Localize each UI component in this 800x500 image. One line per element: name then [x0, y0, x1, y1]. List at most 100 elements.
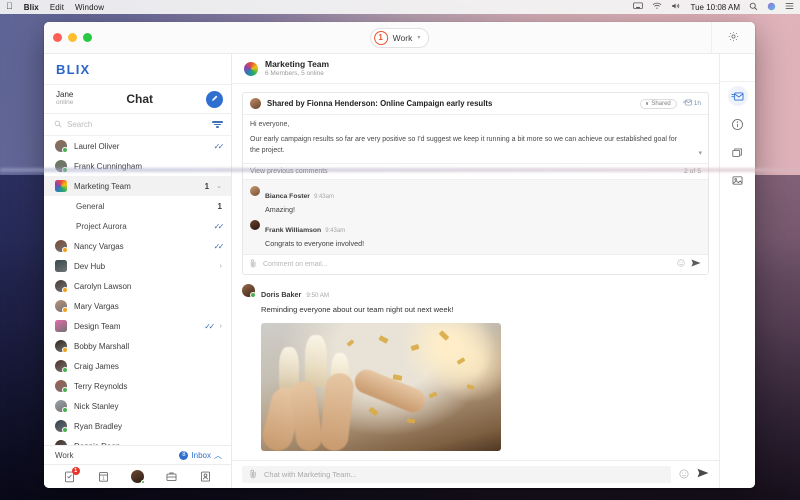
volume-icon[interactable] — [671, 2, 681, 12]
current-user[interactable]: Jane online — [56, 91, 73, 106]
shared-email-card[interactable]: Shared by Fionna Henderson: Online Campa… — [242, 92, 709, 275]
sidebar-item-nick-stanley[interactable]: Nick Stanley — [44, 396, 231, 416]
footer-workspace-label: Work — [55, 451, 74, 460]
apple-icon[interactable]:  — [6, 2, 13, 11]
settings-button[interactable] — [711, 22, 755, 53]
attach-icon[interactable] — [250, 469, 257, 481]
right-rail — [719, 54, 755, 488]
window-body: BLIX Jane online Chat — [44, 54, 755, 488]
filter-icon[interactable] — [212, 121, 223, 128]
tab-calendar[interactable]: 1 — [97, 470, 110, 483]
sidebar-item-mary-vargas[interactable]: Mary Vargas — [44, 296, 231, 316]
sidebar-item-dev-hub[interactable]: Dev Hub › — [44, 256, 231, 276]
sidebar-item-craig-james[interactable]: Craig James — [44, 356, 231, 376]
sidebar-item-label: Dev Hub — [74, 262, 213, 271]
sidebar-item-label: Mary Vargas — [74, 302, 222, 311]
unread-count: 1 — [205, 182, 209, 191]
send-icon[interactable] — [697, 468, 709, 481]
comment-avatar — [250, 220, 260, 230]
tasks-badge: 1 — [72, 467, 80, 475]
compose-button[interactable] — [206, 91, 223, 108]
sidebar-item-bobby-marshall[interactable]: Bobby Marshall — [44, 336, 231, 356]
menu-item-blix[interactable]: Blix — [24, 3, 39, 12]
menu-item-edit[interactable]: Edit — [50, 3, 64, 12]
menu-item-window[interactable]: Window — [75, 3, 104, 12]
sidebar-item-label: Nancy Vargas — [74, 242, 207, 251]
sidebar-item-marketing-team[interactable]: Marketing Team1⌄ — [44, 176, 231, 196]
search-row[interactable] — [44, 114, 231, 136]
image-icon — [731, 174, 744, 187]
sidebar-item-label: Bobby Marshall — [74, 342, 222, 351]
comment-avatar — [250, 186, 260, 196]
chevron-down-icon[interactable]: ▾ — [698, 149, 702, 157]
comment-composer[interactable] — [243, 254, 708, 274]
airplay-icon[interactable] — [633, 2, 643, 12]
email-body: Hi everyone, Our early campaign results … — [243, 115, 708, 163]
search-icon[interactable] — [749, 2, 758, 13]
tab-tasks[interactable]: 1 — [63, 470, 76, 483]
avatar — [55, 380, 67, 392]
sidebar-item-label: Design Team — [74, 322, 197, 331]
comment-author: Frank Williamson — [265, 227, 321, 234]
avatar — [55, 280, 67, 292]
email-body-line: Hi everyone, — [250, 120, 701, 131]
sidebar-item-project-aurora[interactable]: Project Aurora✓✓ — [44, 216, 231, 236]
minimize-button[interactable] — [68, 33, 77, 42]
chat-composer-field[interactable] — [242, 466, 671, 483]
view-previous-comments-link[interactable]: View previous comments — [250, 168, 328, 175]
sidebar-item-frank-cunningham[interactable]: Frank Cunningham — [44, 156, 231, 176]
blix-app-window: 1 Work ▾ BLIX — [44, 22, 755, 488]
chat-input[interactable] — [264, 470, 663, 479]
rail-item-mail[interactable] — [720, 82, 755, 110]
rail-item-files[interactable] — [720, 138, 755, 166]
gear-icon — [728, 29, 739, 47]
expand-chevron-icon[interactable]: ⌄ — [216, 182, 222, 190]
emoji-icon[interactable] — [679, 469, 689, 481]
siri-icon[interactable] — [767, 2, 776, 13]
expand-chevron-icon[interactable]: › — [220, 263, 222, 270]
avatar — [55, 140, 67, 152]
time-ago-label: 1h — [694, 100, 701, 107]
chat-title: Marketing Team — [265, 59, 329, 70]
chat-composer[interactable] — [232, 460, 719, 488]
comment-item: Bianca Foster9:43am Amazing! — [250, 185, 701, 214]
workspace-label: Work — [393, 33, 413, 43]
maximize-button[interactable] — [83, 33, 92, 42]
sidebar-item-laurel-oliver[interactable]: Laurel Oliver✓✓ — [44, 136, 231, 156]
close-button[interactable] — [53, 33, 62, 42]
search-input[interactable] — [67, 120, 207, 129]
sidebar-item-design-team[interactable]: Design Team✓✓› — [44, 316, 231, 336]
tab-contacts[interactable] — [199, 470, 212, 483]
sidebar-item-terry-reynolds[interactable]: Terry Reynolds — [44, 376, 231, 396]
comment-input[interactable] — [263, 261, 671, 268]
comment-text: Congrats to everyone involved! — [265, 239, 364, 248]
wifi-icon[interactable] — [652, 2, 662, 12]
rail-item-info[interactable] — [720, 110, 755, 138]
sidebar-item-ryan-bradley[interactable]: Ryan Bradley — [44, 416, 231, 436]
inbox-toggle[interactable]: 8 Inbox ︿ — [179, 450, 222, 461]
rail-item-media[interactable] — [720, 166, 755, 194]
chat-avatar — [244, 62, 258, 76]
comment-text: Amazing! — [265, 205, 334, 214]
avatar — [55, 420, 67, 432]
control-center-icon[interactable] — [785, 2, 794, 12]
expand-chevron-icon[interactable]: › — [220, 323, 222, 330]
sidebar-item-nancy-vargas[interactable]: Nancy Vargas✓✓ — [44, 236, 231, 256]
message-image-attachment[interactable] — [261, 323, 501, 451]
tab-profile-avatar[interactable] — [131, 470, 144, 483]
chat-subtitle: 6 Members, 5 online — [265, 70, 329, 78]
send-icon[interactable] — [691, 259, 701, 269]
view-previous-comments-row[interactable]: View previous comments 2 of 5 — [243, 163, 708, 180]
comment-time: 9:43am — [314, 194, 334, 200]
sidebar-item-carolyn-lawson[interactable]: Carolyn Lawson — [44, 276, 231, 296]
emoji-icon[interactable] — [677, 259, 685, 269]
menubar-clock[interactable]: Tue 10:08 AM — [690, 3, 740, 12]
tab-work[interactable] — [165, 470, 178, 483]
sidebar-item-dennis-dean[interactable]: Dennis Dean — [44, 436, 231, 445]
chat-list[interactable]: Laurel Oliver✓✓Frank CunninghamMarketing… — [44, 136, 231, 445]
sidebar-item-general[interactable]: General1 — [44, 196, 231, 216]
message-thread[interactable]: Shared by Fionna Henderson: Online Campa… — [232, 84, 719, 460]
attach-icon[interactable] — [250, 259, 257, 270]
workspace-selector[interactable]: 1 Work ▾ — [370, 28, 430, 48]
email-subject: Shared by Fionna Henderson: Online Campa… — [267, 99, 634, 108]
